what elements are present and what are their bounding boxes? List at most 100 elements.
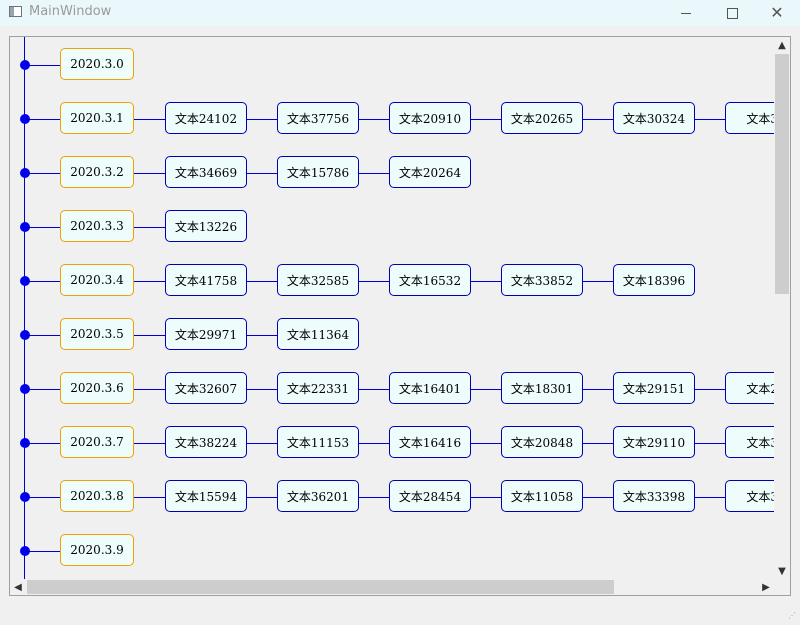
text-node[interactable]: 文本24102 (165, 102, 247, 134)
text-node[interactable]: 文本16532 (389, 264, 471, 296)
connector-line (25, 497, 60, 498)
text-node[interactable]: 文本32585 (277, 264, 359, 296)
scroll-down-arrow-icon[interactable]: ▼ (774, 563, 790, 579)
connector-line (583, 497, 613, 498)
maximize-button[interactable] (709, 0, 755, 26)
text-node[interactable]: 文本20265 (501, 102, 583, 134)
text-node[interactable]: 文本36201 (277, 480, 359, 512)
text-node[interactable]: 文本36 (725, 480, 774, 512)
timeline-row: 2020.3.6 文本32607 文本22331 文本16401 文本18301 文本29… (10, 372, 774, 406)
date-node[interactable]: 2020.3.7 (60, 426, 134, 458)
connector-line (134, 335, 165, 336)
timeline-row: 2020.3.4 文本41758 文本32585 文本16532 文本33852 文本18… (10, 264, 774, 298)
scroll-up-arrow-icon[interactable]: ▲ (774, 37, 790, 53)
connector-line (25, 173, 60, 174)
connector-line (359, 389, 389, 390)
date-node[interactable]: 2020.3.1 (60, 102, 134, 134)
connector-line (25, 227, 60, 228)
text-node[interactable]: 文本30324 (613, 102, 695, 134)
text-node[interactable]: 文本18301 (501, 372, 583, 404)
text-node[interactable]: 文本16401 (389, 372, 471, 404)
connector-line (247, 497, 277, 498)
text-node[interactable]: 文本20264 (389, 156, 471, 188)
scroll-right-arrow-icon[interactable]: ▶ (758, 579, 774, 595)
date-node[interactable]: 2020.3.5 (60, 318, 134, 350)
connector-line (695, 119, 725, 120)
text-node[interactable]: 文本16416 (389, 426, 471, 458)
date-node[interactable]: 2020.3.6 (60, 372, 134, 404)
text-node[interactable]: 文本37 (725, 426, 774, 458)
connector-line (583, 443, 613, 444)
date-node[interactable]: 2020.3.3 (60, 210, 134, 242)
scroll-corner (774, 579, 790, 595)
connector-line (134, 227, 165, 228)
horizontal-scrollbar[interactable]: ◀ ▶ (10, 579, 774, 595)
connector-line (25, 389, 60, 390)
connector-line (25, 335, 60, 336)
connector-line (583, 281, 613, 282)
text-node[interactable]: 文本15594 (165, 480, 247, 512)
connector-line (471, 119, 501, 120)
text-node[interactable]: 文本20910 (389, 102, 471, 134)
text-node[interactable]: 文本29151 (613, 372, 695, 404)
connector-line (359, 173, 389, 174)
connector-line (359, 119, 389, 120)
connector-line (695, 443, 725, 444)
text-node[interactable]: 文本32607 (165, 372, 247, 404)
text-node[interactable]: 文本18396 (613, 264, 695, 296)
timeline-viewport: 2020.3.0 2020.3.1 文本24102 文本37756 文本20910 文本2… (10, 37, 774, 579)
text-node[interactable]: 文本37756 (277, 102, 359, 134)
connector-line (247, 119, 277, 120)
date-node[interactable]: 2020.3.8 (60, 480, 134, 512)
connector-line (134, 443, 165, 444)
timeline-row: 2020.3.1 文本24102 文本37756 文本20910 文本20265 文本30… (10, 102, 774, 136)
connector-line (25, 65, 60, 66)
text-node[interactable]: 文本33852 (501, 264, 583, 296)
scroll-left-arrow-icon[interactable]: ◀ (10, 579, 26, 595)
date-node[interactable]: 2020.3.2 (60, 156, 134, 188)
text-node[interactable]: 文本29971 (165, 318, 247, 350)
text-node[interactable]: 文本29110 (613, 426, 695, 458)
connector-line (583, 389, 613, 390)
date-node[interactable]: 2020.3.0 (60, 48, 134, 80)
text-node[interactable]: 文本11364 (277, 318, 359, 350)
date-node[interactable]: 2020.3.4 (60, 264, 134, 296)
connector-line (471, 443, 501, 444)
connector-line (25, 443, 60, 444)
date-node[interactable]: 2020.3.9 (60, 534, 134, 566)
connector-line (25, 551, 60, 552)
vertical-scrollbar[interactable]: ▲ ▼ (774, 37, 790, 579)
connector-line (134, 119, 165, 120)
connector-line (247, 389, 277, 390)
connector-line (695, 497, 725, 498)
timeline-row: 2020.3.9 (10, 534, 774, 568)
minimize-button[interactable] (663, 0, 709, 26)
connector-line (247, 443, 277, 444)
text-node[interactable]: 文本15786 (277, 156, 359, 188)
text-node[interactable]: 文本11153 (277, 426, 359, 458)
vertical-scroll-thumb[interactable] (775, 54, 789, 294)
text-node[interactable]: 文本38224 (165, 426, 247, 458)
timeline-row: 2020.3.0 (10, 48, 774, 82)
close-button[interactable]: ✕ (754, 0, 800, 26)
connector-line (247, 173, 277, 174)
text-node[interactable]: 文本22331 (277, 372, 359, 404)
text-node[interactable]: 文本28454 (389, 480, 471, 512)
text-node[interactable]: 文本23 (725, 372, 774, 404)
connector-line (134, 497, 165, 498)
connector-line (471, 389, 501, 390)
text-node[interactable]: 文本41758 (165, 264, 247, 296)
connector-line (359, 281, 389, 282)
text-node[interactable]: 文本11058 (501, 480, 583, 512)
connector-line (134, 173, 165, 174)
connector-line (359, 443, 389, 444)
resize-grip-icon[interactable]: ⋰ (788, 612, 798, 622)
text-node[interactable]: 文本33398 (613, 480, 695, 512)
horizontal-scroll-thumb[interactable] (27, 580, 614, 594)
text-node[interactable]: 文本34669 (165, 156, 247, 188)
text-node[interactable]: 文本35 (725, 102, 774, 134)
timeline-row: 2020.3.3 文本13226 (10, 210, 774, 244)
text-node[interactable]: 文本20848 (501, 426, 583, 458)
text-node[interactable]: 文本13226 (165, 210, 247, 242)
connector-line (134, 281, 165, 282)
